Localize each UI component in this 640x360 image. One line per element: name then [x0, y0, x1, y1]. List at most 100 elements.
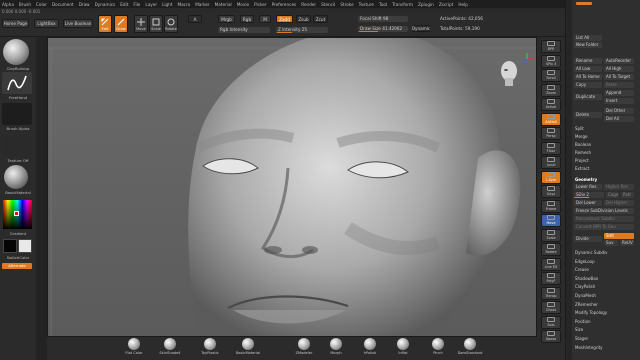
- z-intensity-slider[interactable]: Z Intensity 25: [276, 27, 328, 33]
- zcut-button[interactable]: Zcut: [313, 15, 328, 23]
- rgb-intensity-slider[interactable]: Rgb Intensity: [218, 27, 270, 33]
- shelf-button-aahalf[interactable]: AAHalf: [541, 112, 561, 126]
- rgb-button[interactable]: Rgb: [240, 15, 254, 23]
- menu-item[interactable]: Color: [36, 2, 47, 7]
- del-higher-button[interactable]: Del Higher: [604, 200, 634, 206]
- shelf-button-rotate[interactable]: Rotate: [541, 243, 561, 256]
- shelf-button-frame[interactable]: Frame: [541, 199, 561, 213]
- material-thumbnail[interactable]: [4, 165, 28, 189]
- dynamic-button[interactable]: Dynamic: [412, 25, 430, 32]
- copy-button[interactable]: Copy: [574, 82, 602, 88]
- alternate-button[interactable]: Alternate: [2, 263, 32, 269]
- bottom-shelf-item[interactable]: SkinShade4: [150, 338, 190, 355]
- split-menu[interactable]: Split: [575, 126, 584, 131]
- secondary-color-swatch[interactable]: [18, 239, 32, 253]
- brush-thumbnail[interactable]: [3, 39, 29, 65]
- menu-item[interactable]: Brush: [19, 2, 31, 7]
- menu-item[interactable]: Movie: [237, 2, 249, 7]
- stroke-thumbnail[interactable]: [2, 72, 32, 94]
- sdiv-slider[interactable]: SDiv 2: [574, 192, 604, 198]
- smt-toggle[interactable]: Smt: [604, 233, 634, 239]
- edit-tool[interactable]: Edit: [98, 15, 112, 33]
- freeze-subdivision-button[interactable]: Freeze SubDivision Levels: [574, 208, 634, 214]
- shelf-button-bpr[interactable]: BPR: [541, 40, 561, 53]
- higher-res-button[interactable]: Higher Res: [604, 184, 634, 190]
- menu-item[interactable]: Transform: [392, 2, 413, 7]
- subpalette-size[interactable]: Size: [575, 327, 583, 332]
- subpalette-zremesher[interactable]: ZRemesher: [575, 302, 598, 307]
- shelf-button-transp[interactable]: Transp: [541, 286, 561, 300]
- subpalette-shadowbox[interactable]: ShadowBox: [575, 276, 598, 281]
- menu-item[interactable]: Render: [301, 2, 316, 7]
- reconstruct-subdiv-button[interactable]: Reconstruct Subdiv: [574, 216, 634, 222]
- menu-item[interactable]: File: [133, 2, 140, 7]
- all-low-button[interactable]: All Low: [574, 66, 602, 72]
- menu-item[interactable]: Material: [215, 2, 232, 7]
- del-all-button[interactable]: Del All: [604, 116, 634, 122]
- suv-toggle[interactable]: Suv: [604, 240, 618, 246]
- menu-item[interactable]: Stroke: [340, 2, 353, 7]
- subpalette-stager[interactable]: Stager: [575, 336, 588, 341]
- rename-button[interactable]: Rename: [574, 58, 602, 64]
- menu-item[interactable]: Alpha: [2, 2, 14, 7]
- new-folder-button[interactable]: New Folder: [574, 42, 602, 48]
- menu-item[interactable]: Picker: [254, 2, 266, 7]
- menu-item[interactable]: Zscript: [439, 2, 454, 7]
- menu-item[interactable]: Macro: [178, 2, 191, 7]
- list-all-button[interactable]: List All: [574, 35, 602, 41]
- shelf-button-floor[interactable]: Floor: [541, 141, 561, 155]
- delete-button[interactable]: Delete: [574, 112, 602, 118]
- shelf-button-solo[interactable]: Solo: [541, 315, 561, 329]
- subpalette-claypolish[interactable]: ClayPolish: [575, 284, 595, 289]
- home-page-button[interactable]: Home Page: [2, 19, 29, 28]
- bottom-shelf-item[interactable]: Flat Color: [114, 338, 154, 355]
- lightbox-button[interactable]: LightBox: [34, 19, 59, 28]
- shelf-button-xpose[interactable]: Xpose: [541, 330, 561, 343]
- menu-item[interactable]: Document: [52, 2, 74, 7]
- live-boolean-button[interactable]: Live Boolean: [63, 19, 93, 28]
- switch-color-label[interactable]: SwitchColor: [0, 255, 36, 260]
- m-button[interactable]: M: [259, 15, 271, 23]
- shelf-button-ghost[interactable]: Ghost: [541, 301, 561, 314]
- cage-button[interactable]: Cage: [606, 192, 619, 198]
- shelf-button-polyf[interactable]: PolyF: [541, 272, 561, 285]
- insert-button[interactable]: Insert: [604, 98, 634, 104]
- divide-button[interactable]: Divide: [574, 236, 602, 242]
- subpalette-dynamic-subdiv[interactable]: Dynamic Subdiv: [575, 250, 608, 255]
- bottom-shelf-item[interactable]: BasicMaterial: [228, 338, 268, 355]
- remesh-menu[interactable]: Remesh: [575, 150, 591, 155]
- subpalette-meshintegrity[interactable]: MeshIntegrity: [575, 345, 603, 350]
- subpalette-position[interactable]: Position: [575, 319, 591, 324]
- bottom-shelf-item[interactable]: ToyPlastic: [190, 338, 230, 355]
- geometry-header[interactable]: Geometry: [575, 177, 597, 182]
- menu-item[interactable]: Tool: [379, 2, 387, 7]
- all-high-button[interactable]: All High: [604, 66, 634, 72]
- shelf-button-scale[interactable]: Scale: [541, 228, 561, 242]
- mrgb-button[interactable]: Mrgb: [218, 15, 235, 23]
- all-to-target-button[interactable]: All To Target: [604, 74, 634, 80]
- menu-item[interactable]: Help: [458, 2, 468, 7]
- menu-item[interactable]: Draw: [79, 2, 90, 7]
- navigation-cube-head-icon[interactable]: [498, 60, 520, 86]
- shelf-button-l-sym[interactable]: L.Sym: [541, 170, 561, 184]
- shelf-button-move[interactable]: Move: [541, 214, 561, 227]
- append-button[interactable]: Append: [604, 90, 634, 96]
- all-to-home-button[interactable]: All To Home: [574, 74, 602, 80]
- draw-size-slider[interactable]: Draw Size 41.42062: [358, 26, 408, 32]
- menu-item[interactable]: Light: [162, 2, 172, 7]
- shelf-button-gxyz[interactable]: Gxyz: [541, 185, 561, 198]
- draw-tool[interactable]: Draw: [114, 15, 128, 33]
- a-button[interactable]: A: [188, 15, 202, 23]
- del-lower-button[interactable]: Del Lower: [574, 200, 602, 206]
- autoreorder-button[interactable]: AutoReorder: [604, 58, 634, 64]
- project-menu[interactable]: Project: [575, 158, 589, 163]
- texture-thumbnail[interactable]: [2, 135, 32, 157]
- subpalette-dynamesh[interactable]: DynaMesh: [575, 293, 596, 298]
- shelf-button-local[interactable]: Local: [541, 156, 561, 169]
- paste-button[interactable]: Paste: [604, 82, 634, 88]
- shelf-button-actual[interactable]: Actual: [541, 98, 561, 111]
- menu-item[interactable]: Edit: [120, 2, 128, 7]
- shelf-button-spix-3[interactable]: SPix 3: [541, 54, 561, 68]
- menu-item[interactable]: Stencil: [321, 2, 335, 7]
- menu-item[interactable]: Preferences: [272, 2, 297, 7]
